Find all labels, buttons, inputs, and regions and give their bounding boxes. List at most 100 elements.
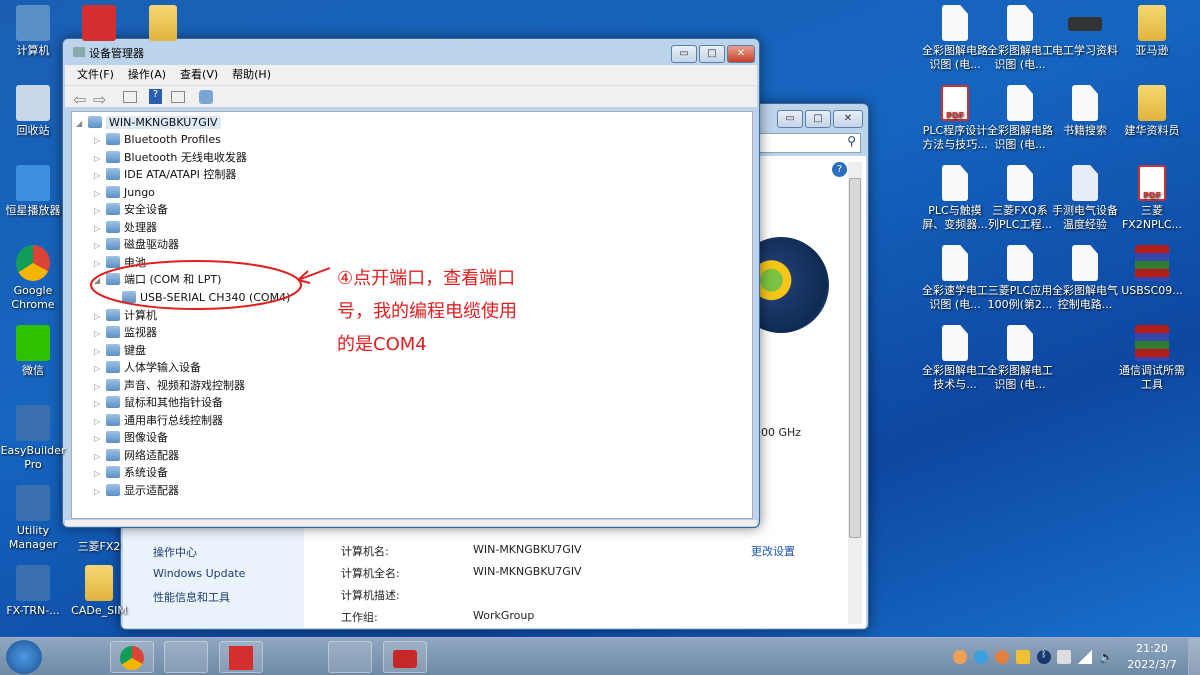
power-icon[interactable]	[1057, 650, 1071, 664]
folder-icon	[149, 5, 177, 41]
network-signal-icon[interactable]	[1078, 650, 1092, 664]
doc-icon	[942, 245, 968, 281]
folder-icon	[85, 565, 113, 601]
app-icon	[16, 485, 50, 521]
chip-icon	[1068, 17, 1102, 31]
folder-icon	[1138, 5, 1166, 41]
desktop-icon[interactable]	[130, 5, 196, 44]
app-icon	[16, 565, 50, 601]
taskbar-paint[interactable]	[273, 641, 317, 673]
annotation-line: ④点开端口，查看端口	[337, 268, 516, 289]
desktop-icon[interactable]: 微信	[0, 325, 66, 378]
desktop-icon-label: 计算机	[16, 44, 50, 57]
rar-icon	[1135, 325, 1169, 361]
desktop-icon-label: 全彩图解电路识图 (电...	[987, 124, 1053, 151]
desktop-icon[interactable]: PLC与触摸屏、变频器...	[922, 165, 988, 232]
desktop-icon[interactable]: 手测电气设备温度经验	[1052, 165, 1118, 232]
doc-icon	[1072, 85, 1098, 121]
tray-browser-icon[interactable]	[974, 650, 988, 664]
doc-icon	[1007, 325, 1033, 361]
desktop-icon-label: 全彩图解电路识图 (电...	[922, 44, 988, 71]
player-icon	[16, 165, 50, 201]
desktop-icon[interactable]: 全彩图解电路识图 (电...	[922, 5, 988, 72]
desktop-icon[interactable]: 全彩速学电工识图 (电...	[922, 245, 988, 312]
taskbar-notepad[interactable]	[164, 641, 208, 673]
doc-icon	[942, 325, 968, 361]
desktop-icon-label: 三菱FX2	[77, 540, 121, 553]
tray-app2-icon[interactable]	[995, 650, 1009, 664]
folder-icon	[1138, 85, 1166, 121]
pdf-icon: PDF	[941, 85, 969, 121]
desktop-icon-label: 全彩图解电工技术与...	[922, 364, 988, 391]
arrow	[297, 267, 331, 284]
desktop-icon-label: 全彩图解电工识图 (电...	[987, 44, 1053, 71]
desktop-icon[interactable]: 亚马逊	[1119, 5, 1185, 58]
desktop-icon-label: 全彩图解电气控制电路...	[1052, 284, 1118, 311]
desktop-icon-label: 亚马逊	[1135, 44, 1169, 57]
desktop-icon[interactable]: 全彩图解电路识图 (电...	[987, 85, 1053, 152]
plc-app-icon	[82, 5, 116, 41]
tray-security-icon[interactable]	[1016, 650, 1030, 664]
desktop-icon[interactable]: Utility Manager	[0, 485, 66, 552]
desktop-icon-label: PLC与触摸屏、变频器...	[922, 204, 988, 231]
rar-icon	[1135, 245, 1169, 281]
desktop-icon-label: EasyBuilder Pro	[0, 444, 66, 471]
desktop-icon[interactable]: PDF PLC程序设计方法与技巧...	[922, 85, 988, 152]
desktop-icon-label: 手测电气设备温度经验	[1052, 204, 1118, 231]
desktop-icon[interactable]: 恒星播放器	[0, 165, 66, 218]
desktop-icon-label: FX-TRN-...	[6, 604, 60, 617]
desktop-icon-label: 三菱PLC应用100例(第2...	[987, 284, 1053, 311]
highlight-ellipse	[90, 260, 302, 310]
annotation-text: ④点开端口，查看端口 号，我的编程电缆使用 的是COM4	[337, 262, 517, 361]
volume-icon[interactable]: 🔈	[1099, 650, 1114, 664]
desktop-icon[interactable]: 全彩图解电工识图 (电...	[987, 325, 1053, 392]
desktop-icon[interactable]: 电工学习资料	[1052, 5, 1118, 58]
taskbar-snipping-tool[interactable]	[58, 641, 102, 673]
doc-icon	[1007, 245, 1033, 281]
taskbar-control-panel[interactable]	[328, 641, 372, 673]
tray-app-icon[interactable]	[953, 650, 967, 664]
desktop-icon[interactable]: EasyBuilder Pro	[0, 405, 66, 472]
doc-icon	[1007, 5, 1033, 41]
start-button[interactable]	[6, 640, 42, 674]
taskbar-plc-app[interactable]	[219, 641, 263, 673]
annotation-line: 号，我的编程电缆使用	[337, 301, 517, 322]
doc-icon	[1007, 85, 1033, 121]
desktop-icon-label: 全彩图解电工识图 (电...	[987, 364, 1053, 391]
desktop-icon[interactable]: PDF 三菱FX2NPLC...	[1119, 165, 1185, 232]
desktop-icon[interactable]: 三菱FX2	[66, 532, 132, 554]
taskbar-device-manager[interactable]	[383, 641, 427, 673]
wechat-icon	[16, 325, 50, 361]
desktop-icon[interactable]: 全彩图解电气控制电路...	[1052, 245, 1118, 312]
desktop-icon-label: 微信	[22, 364, 44, 377]
desktop-icon-label: 回收站	[16, 124, 50, 137]
desktop-icon[interactable]: 全彩图解电工识图 (电...	[987, 5, 1053, 72]
desktop-icon[interactable]: 建华资料员	[1119, 85, 1185, 138]
clock[interactable]: 21:20 2022/3/7	[1122, 641, 1182, 673]
desktop-icon[interactable]: 全彩图解电工技术与...	[922, 325, 988, 392]
desktop-icon[interactable]: CADe_SIM	[66, 565, 132, 618]
desktop-icon-label: 三菱FX2NPLC...	[1121, 204, 1183, 231]
word-icon	[1072, 165, 1098, 201]
desktop-icon[interactable]	[66, 5, 132, 44]
desktop-icon[interactable]: 三菱PLC应用100例(第2...	[987, 245, 1053, 312]
desktop-icon[interactable]: FX-TRN-...	[0, 565, 66, 618]
desktop-icon-label: 电工学习资料	[1052, 44, 1118, 57]
desktop-icon[interactable]: 计算机	[0, 5, 66, 58]
desktop-icon[interactable]: 书籍搜索	[1052, 85, 1118, 138]
desktop-icon-label: Utility Manager	[8, 524, 58, 551]
bluetooth-icon[interactable]: ᛒ	[1037, 650, 1051, 664]
taskbar-chrome[interactable]	[110, 641, 154, 673]
recycle-icon	[16, 85, 50, 121]
desktop-icon[interactable]: Google Chrome	[0, 245, 66, 312]
desktop-icon[interactable]: 三菱FXQ系列PLC工程...	[987, 165, 1053, 232]
desktop-icon-label: PLC程序设计方法与技巧...	[922, 124, 988, 151]
desktop-icon[interactable]: 回收站	[0, 85, 66, 138]
desktop-icon[interactable]: USBSC09...	[1119, 245, 1185, 298]
doc-icon	[942, 5, 968, 41]
desktop-icon-label: 三菱FXQ系列PLC工程...	[988, 204, 1052, 231]
desktop-icon[interactable]: 通信调试所需工具	[1119, 325, 1185, 392]
desktop-icon-label: 恒星播放器	[5, 204, 61, 217]
show-desktop-button[interactable]	[1188, 638, 1200, 675]
pdf-icon: PDF	[1138, 165, 1166, 201]
